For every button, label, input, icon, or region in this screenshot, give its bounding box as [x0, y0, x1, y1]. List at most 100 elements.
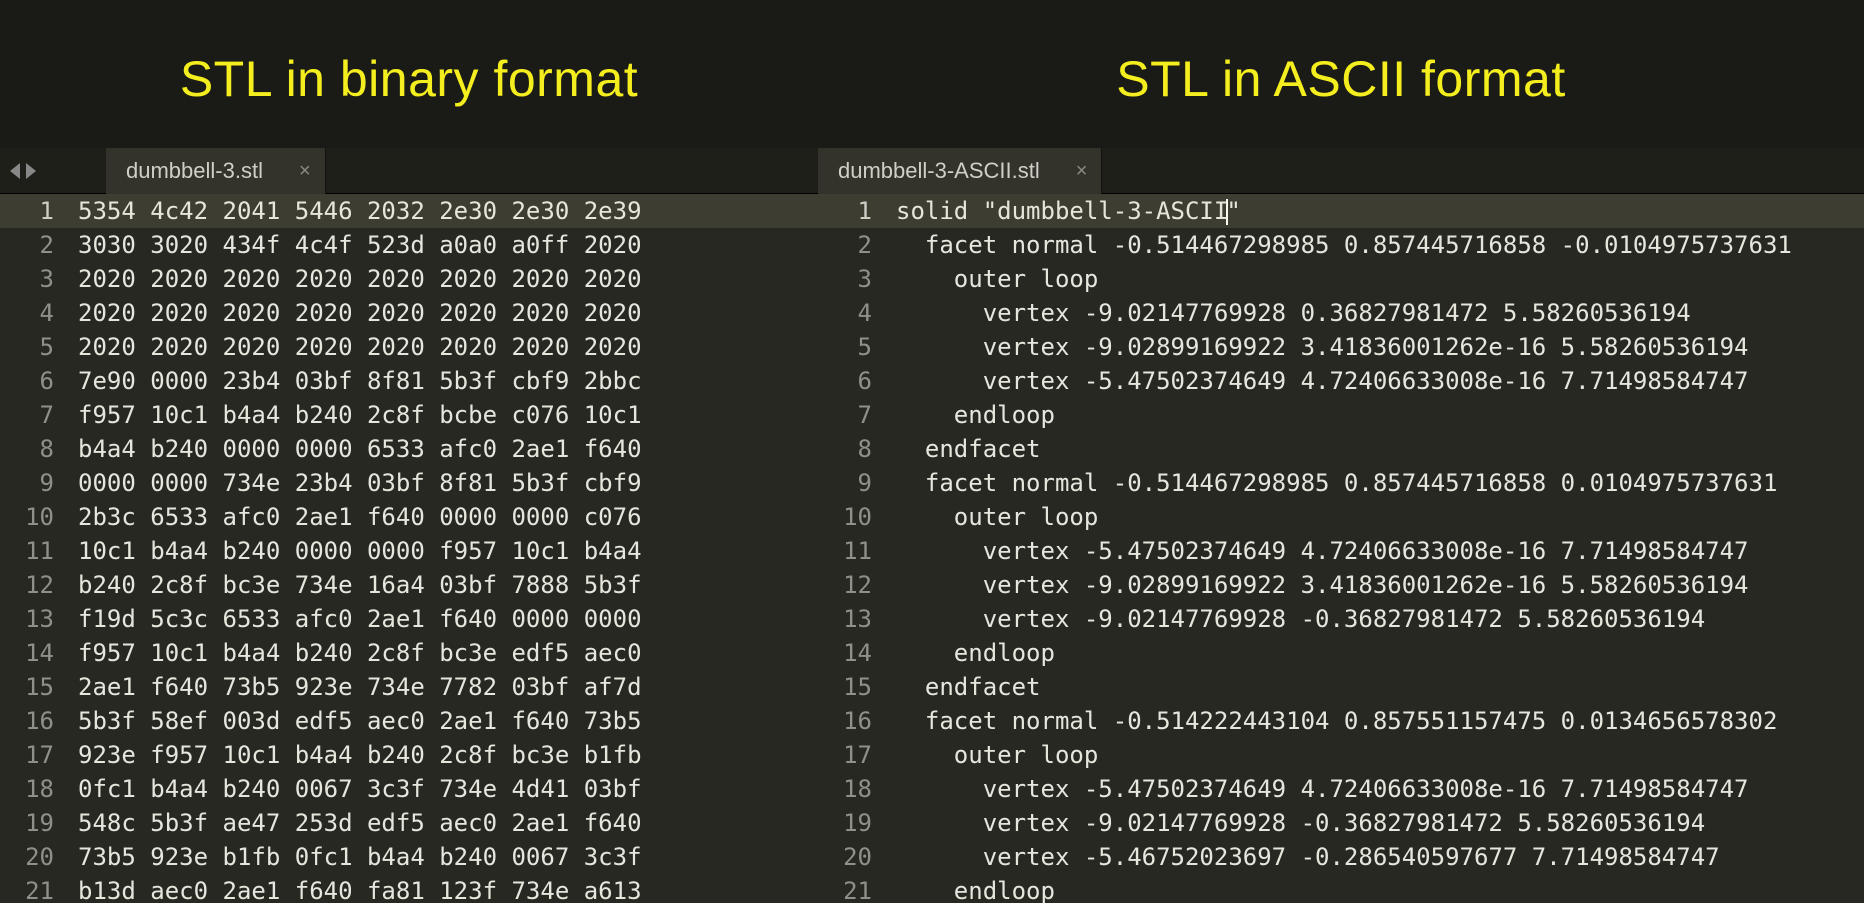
code-line[interactable]: 67e90 0000 23b4 03bf 8f81 5b3f cbf9 2bbc [0, 364, 818, 398]
line-number: 8 [818, 432, 886, 466]
line-number: 7 [0, 398, 68, 432]
code-text: 73b5 923e b1fb 0fc1 b4a4 b240 0067 3c3f [68, 840, 818, 874]
code-line[interactable]: 14f957 10c1 b4a4 b240 2c8f bc3e edf5 aec… [0, 636, 818, 670]
tab-dumbbell-3-stl[interactable]: dumbbell-3.stl × [106, 148, 326, 194]
code-text: vertex -5.47502374649 4.72406633008e-16 … [886, 534, 1864, 568]
tab-nav-arrows [0, 163, 50, 179]
line-number: 12 [0, 568, 68, 602]
line-number: 11 [818, 534, 886, 568]
line-number: 9 [0, 466, 68, 500]
code-line[interactable]: 12 vertex -9.02899169922 3.41836001262e-… [818, 568, 1864, 602]
code-line[interactable]: 3 outer loop [818, 262, 1864, 296]
code-line[interactable]: 7 endloop [818, 398, 1864, 432]
code-text: 2020 2020 2020 2020 2020 2020 2020 2020 [68, 262, 818, 296]
code-line[interactable]: 90000 0000 734e 23b4 03bf 8f81 5b3f cbf9 [0, 466, 818, 500]
close-icon[interactable]: × [1076, 161, 1088, 181]
left-pane: STL in binary format dumbbell-3.stl × 15… [0, 0, 818, 903]
code-line[interactable]: 18 vertex -5.47502374649 4.72406633008e-… [818, 772, 1864, 806]
line-number: 14 [818, 636, 886, 670]
code-line[interactable]: 8 endfacet [818, 432, 1864, 466]
code-line[interactable]: 165b3f 58ef 003d edf5 aec0 2ae1 f640 73b… [0, 704, 818, 738]
line-number: 2 [818, 228, 886, 262]
line-number: 15 [0, 670, 68, 704]
code-line[interactable]: 20 vertex -5.46752023697 -0.286540597677… [818, 840, 1864, 874]
code-line[interactable]: 42020 2020 2020 2020 2020 2020 2020 2020 [0, 296, 818, 330]
code-line[interactable]: 13 vertex -9.02147769928 -0.36827981472 … [818, 602, 1864, 636]
right-code-area[interactable]: 1solid "dumbbell-3-ASCII"2 facet normal … [818, 194, 1864, 903]
line-number: 14 [0, 636, 68, 670]
line-number: 6 [0, 364, 68, 398]
code-line[interactable]: 19548c 5b3f ae47 253d edf5 aec0 2ae1 f64… [0, 806, 818, 840]
code-text: endfacet [886, 670, 1864, 704]
code-line[interactable]: 21b13d aec0 2ae1 f640 fa81 123f 734e a61… [0, 874, 818, 903]
code-line[interactable]: 16 facet normal -0.514222443104 0.857551… [818, 704, 1864, 738]
code-text: outer loop [886, 738, 1864, 772]
code-line[interactable]: 180fc1 b4a4 b240 0067 3c3f 734e 4d41 03b… [0, 772, 818, 806]
code-text: 10c1 b4a4 b240 0000 0000 f957 10c1 b4a4 [68, 534, 818, 568]
code-text: 2ae1 f640 73b5 923e 734e 7782 03bf af7d [68, 670, 818, 704]
line-number: 5 [0, 330, 68, 364]
code-line[interactable]: 11 vertex -5.47502374649 4.72406633008e-… [818, 534, 1864, 568]
code-line[interactable]: 17923e f957 10c1 b4a4 b240 2c8f bc3e b1f… [0, 738, 818, 772]
line-number: 3 [0, 262, 68, 296]
code-text: facet normal -0.514467298985 0.857445716… [886, 466, 1864, 500]
code-line[interactable]: 9 facet normal -0.514467298985 0.8574457… [818, 466, 1864, 500]
code-line[interactable]: 17 outer loop [818, 738, 1864, 772]
line-number: 7 [818, 398, 886, 432]
tab-back-icon[interactable] [10, 163, 20, 179]
left-code-area[interactable]: 15354 4c42 2041 5446 2032 2e30 2e30 2e39… [0, 194, 818, 903]
code-text: 2020 2020 2020 2020 2020 2020 2020 2020 [68, 296, 818, 330]
tab-label: dumbbell-3.stl [126, 158, 263, 184]
code-line[interactable]: 5 vertex -9.02899169922 3.41836001262e-1… [818, 330, 1864, 364]
code-line[interactable]: 8b4a4 b240 0000 0000 6533 afc0 2ae1 f640 [0, 432, 818, 466]
code-line[interactable]: 14 endloop [818, 636, 1864, 670]
right-tabbar: dumbbell-3-ASCII.stl × [818, 148, 1864, 194]
code-line[interactable]: 10 outer loop [818, 500, 1864, 534]
code-line[interactable]: 152ae1 f640 73b5 923e 734e 7782 03bf af7… [0, 670, 818, 704]
code-line[interactable]: 6 vertex -5.47502374649 4.72406633008e-1… [818, 364, 1864, 398]
code-text: f957 10c1 b4a4 b240 2c8f bcbe c076 10c1 [68, 398, 818, 432]
code-text: 2020 2020 2020 2020 2020 2020 2020 2020 [68, 330, 818, 364]
line-number: 1 [818, 194, 886, 228]
code-line[interactable]: 2073b5 923e b1fb 0fc1 b4a4 b240 0067 3c3… [0, 840, 818, 874]
line-number: 4 [818, 296, 886, 330]
code-text: 923e f957 10c1 b4a4 b240 2c8f bc3e b1fb [68, 738, 818, 772]
line-number: 6 [818, 364, 886, 398]
right-heading: STL in ASCII format [818, 0, 1864, 148]
tab-forward-icon[interactable] [26, 163, 36, 179]
tab-dumbbell-3-ascii-stl[interactable]: dumbbell-3-ASCII.stl × [818, 148, 1102, 194]
code-text: vertex -9.02147769928 -0.36827981472 5.5… [886, 602, 1864, 636]
code-line[interactable]: 2 facet normal -0.514467298985 0.8574457… [818, 228, 1864, 262]
code-line[interactable]: 13f19d 5c3c 6533 afc0 2ae1 f640 0000 000… [0, 602, 818, 636]
line-number: 2 [0, 228, 68, 262]
code-text: 0fc1 b4a4 b240 0067 3c3f 734e 4d41 03bf [68, 772, 818, 806]
code-line[interactable]: 7f957 10c1 b4a4 b240 2c8f bcbe c076 10c1 [0, 398, 818, 432]
code-line[interactable]: 102b3c 6533 afc0 2ae1 f640 0000 0000 c07… [0, 500, 818, 534]
code-line[interactable]: 32020 2020 2020 2020 2020 2020 2020 2020 [0, 262, 818, 296]
code-line[interactable]: 15 endfacet [818, 670, 1864, 704]
code-line[interactable]: 23030 3020 434f 4c4f 523d a0a0 a0ff 2020 [0, 228, 818, 262]
close-icon[interactable]: × [299, 161, 311, 181]
code-line[interactable]: 12b240 2c8f bc3e 734e 16a4 03bf 7888 5b3… [0, 568, 818, 602]
code-text: 0000 0000 734e 23b4 03bf 8f81 5b3f cbf9 [68, 466, 818, 500]
code-line[interactable]: 1110c1 b4a4 b240 0000 0000 f957 10c1 b4a… [0, 534, 818, 568]
line-number: 18 [818, 772, 886, 806]
right-pane: STL in ASCII format dumbbell-3-ASCII.stl… [818, 0, 1864, 903]
code-text: vertex -5.47502374649 4.72406633008e-16 … [886, 364, 1864, 398]
code-line[interactable]: 19 vertex -9.02147769928 -0.36827981472 … [818, 806, 1864, 840]
code-line[interactable]: 15354 4c42 2041 5446 2032 2e30 2e30 2e39 [0, 194, 818, 228]
left-tabbar: dumbbell-3.stl × [0, 148, 818, 194]
line-number: 10 [818, 500, 886, 534]
line-number: 21 [0, 874, 68, 903]
line-number: 16 [0, 704, 68, 738]
code-text: solid "dumbbell-3-ASCII" [886, 194, 1864, 228]
code-text: vertex -5.47502374649 4.72406633008e-16 … [886, 772, 1864, 806]
code-text: 2b3c 6533 afc0 2ae1 f640 0000 0000 c076 [68, 500, 818, 534]
code-line[interactable]: 4 vertex -9.02147769928 0.36827981472 5.… [818, 296, 1864, 330]
line-number: 5 [818, 330, 886, 364]
code-line[interactable]: 1solid "dumbbell-3-ASCII" [818, 194, 1864, 228]
code-text: f19d 5c3c 6533 afc0 2ae1 f640 0000 0000 [68, 602, 818, 636]
code-text: 548c 5b3f ae47 253d edf5 aec0 2ae1 f640 [68, 806, 818, 840]
code-line[interactable]: 52020 2020 2020 2020 2020 2020 2020 2020 [0, 330, 818, 364]
code-line[interactable]: 21 endloop [818, 874, 1864, 903]
